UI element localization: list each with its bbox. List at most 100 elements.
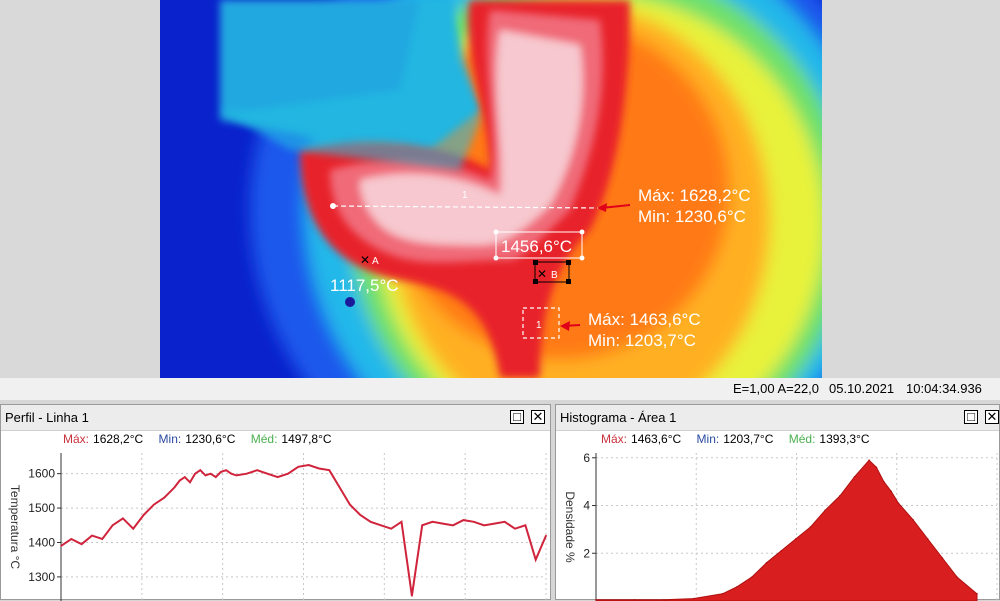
histogram-data-point — [882, 480, 885, 483]
close-icon[interactable]: ✕ — [985, 410, 999, 424]
profile-data-point — [91, 534, 93, 537]
profile-data-point — [359, 514, 362, 516]
histogram-data-point — [736, 585, 738, 588]
histogram-data-point — [868, 459, 870, 461]
histogram-chart[interactable]: 6 4 2 Densidade % — [556, 449, 999, 601]
profile-data-point — [338, 486, 341, 489]
profile-panel-title: Perfil - Linha 1 — [5, 410, 89, 425]
status-time: 10:04:34.936 — [906, 381, 982, 396]
profile-panel: Perfil - Linha 1 □ ✕ Máx: 1628,2°C Min: 12… — [0, 404, 551, 601]
histogram-data-point — [751, 576, 753, 578]
profile-data-point — [514, 527, 516, 530]
profile-data-point — [503, 521, 506, 523]
close-icon[interactable]: ✕ — [531, 410, 545, 424]
profile-min-key: Min: — [158, 432, 182, 446]
histogram-data-point — [890, 490, 892, 492]
profile-data-point — [153, 503, 155, 506]
profile-data-point — [421, 524, 423, 527]
profile-data-point — [101, 538, 104, 540]
profile-data-point — [472, 521, 475, 523]
histogram-data-point — [838, 495, 841, 497]
svg-text:✕: ✕ — [360, 253, 370, 267]
area-max-text: Máx: 1463,6°C — [588, 310, 701, 329]
profile-max-key: Máx: — [63, 432, 90, 446]
profile-data-point — [199, 469, 202, 472]
point-a-temp-text: 1117,5°C — [330, 276, 399, 295]
status-date: 05.10.2021 — [829, 381, 895, 396]
histogram-data-point — [809, 526, 812, 528]
histogram-data-point — [976, 593, 978, 595]
y-tick-label: 1500 — [28, 501, 55, 515]
profile-data-point — [225, 469, 227, 472]
profile-data-point — [214, 476, 217, 478]
histogram-data-point — [824, 509, 826, 512]
profile-data-point — [369, 521, 372, 523]
profile-data-point — [70, 538, 73, 540]
histogram-area — [595, 459, 978, 601]
y-tick-label: 6 — [583, 451, 590, 465]
histogram-data-point — [780, 550, 782, 552]
profile-data-point — [297, 465, 300, 468]
profile-data-point — [452, 524, 454, 527]
profile-data-point — [276, 476, 279, 478]
histogram-data-point — [897, 502, 900, 504]
histogram-panel: Histograma - Área 1 □ ✕ Máx: 1463,6°C Min… — [555, 404, 1000, 601]
right-background — [822, 0, 1000, 378]
profile-med-value: 1497,8°C — [281, 432, 332, 446]
profile-data-point — [411, 595, 413, 597]
area-min-text: Min: 1203,7°C — [588, 331, 696, 350]
profile-line-label[interactable]: 1 — [462, 190, 468, 201]
histogram-data-point — [721, 593, 724, 595]
profile-data-point — [209, 472, 212, 475]
profile-min-value: 1230,6°C — [185, 432, 236, 446]
center-temp-text: 1456,6°C — [501, 237, 572, 256]
profile-data-point — [534, 558, 537, 561]
svg-text:B: B — [551, 270, 558, 281]
profile-data-point — [194, 472, 196, 475]
histogram-data-point — [853, 476, 856, 478]
profile-data-point — [256, 469, 258, 472]
maximize-icon[interactable]: □ — [510, 410, 524, 424]
profile-data-point — [80, 543, 83, 546]
line-min-text: Min: 1230,6°C — [638, 207, 746, 226]
histogram-max-value: 1463,6°C — [631, 432, 682, 446]
left-background — [0, 0, 160, 378]
profile-data-point — [142, 514, 145, 516]
status-params: E=1,00 A=22,0 — [733, 381, 820, 396]
histogram-data-point — [941, 557, 944, 559]
svg-text:✕: ✕ — [537, 267, 547, 281]
profile-data-point — [122, 517, 124, 520]
profile-data-point — [307, 464, 310, 466]
profile-data-point — [328, 469, 331, 472]
point-a-marker[interactable]: ✕ A — [360, 253, 379, 267]
profile-data-point — [189, 481, 191, 484]
profile-data-point — [220, 471, 222, 473]
profile-data-point — [400, 521, 403, 523]
profile-data-point — [230, 472, 233, 475]
thermal-image[interactable]: 1 Máx: 1628,2°C Min: 1230,6°C 1456,6°C ✕… — [160, 0, 822, 378]
y-tick-label: 1300 — [28, 570, 55, 584]
histogram-data-point — [692, 597, 694, 600]
profile-data-point — [431, 521, 434, 523]
histogram-data-point — [765, 562, 768, 564]
histogram-med-key: Méd: — [788, 432, 816, 446]
profile-data-point — [163, 496, 165, 499]
histogram-data-point — [795, 538, 797, 540]
profile-data-point — [462, 519, 465, 521]
y-axis-label: Temperatura °C — [8, 485, 22, 569]
histogram-data-point — [912, 519, 914, 521]
profile-data-point — [287, 472, 289, 475]
histogram-stats: Máx: 1463,6°C Min: 1203,7°C Méd: 1393,3°C — [601, 432, 882, 446]
maximize-icon[interactable]: □ — [964, 410, 978, 424]
profile-data-point — [483, 524, 485, 527]
y-axis-label: Densidade % — [563, 491, 577, 563]
profile-chart[interactable]: 1600 1500 1400 1300 Temperatura °C — [1, 449, 550, 601]
profile-stats: Máx: 1628,2°C Min: 1230,6°C Méd: 1497,8°C — [63, 432, 344, 446]
profile-data-point — [318, 467, 320, 470]
profile-data-point — [132, 527, 135, 530]
status-bar: E=1,00 A=22,0 05.10.2021 10:04:34.936 — [0, 378, 1000, 400]
measure-area-label: 1 — [536, 320, 542, 331]
histogram-panel-header: Histograma - Área 1 □ ✕ — [556, 405, 999, 431]
profile-data-point — [493, 522, 496, 525]
profile-data-point — [245, 472, 248, 475]
